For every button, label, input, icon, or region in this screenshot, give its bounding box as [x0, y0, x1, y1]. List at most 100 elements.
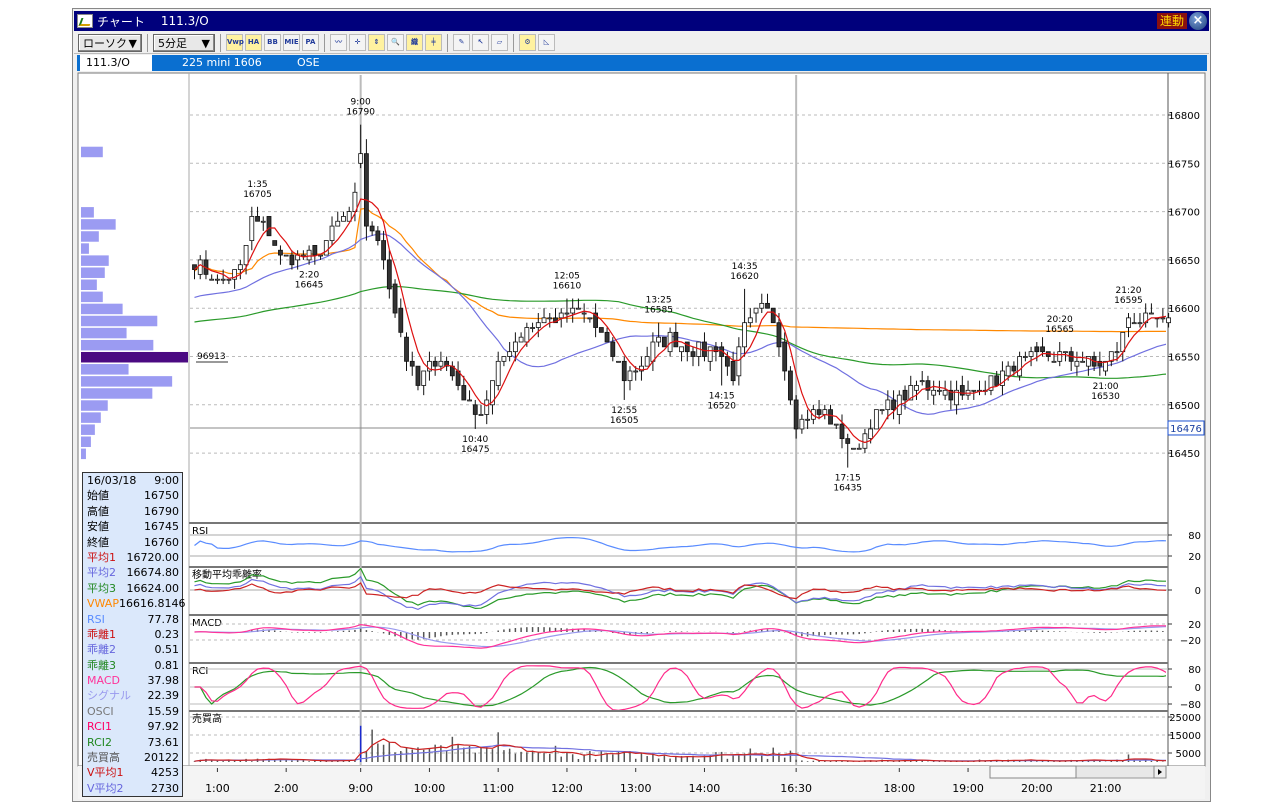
candle-down [610, 341, 616, 357]
data-row: 乖離2 0.51 [83, 642, 182, 657]
annotation-price: 16530 [1091, 392, 1120, 402]
volume-profile-bar [81, 424, 95, 435]
data-label: 安値 [87, 520, 109, 534]
panel-tick-label: 25000 [1169, 713, 1201, 724]
annotation-time: 10:40 [462, 435, 488, 445]
price-tick-label: 16550 [1168, 353, 1200, 364]
annotation-time: 14:15 [709, 391, 735, 401]
candle-up [547, 317, 553, 320]
candle-up [306, 249, 312, 261]
candle-up [914, 385, 919, 391]
data-label: 始値 [87, 489, 109, 503]
candle-down [312, 245, 318, 256]
candle-up [1114, 351, 1120, 354]
candle-up [822, 409, 828, 415]
candle-up [1028, 351, 1034, 357]
candle-up [495, 360, 501, 386]
candle-down [776, 322, 782, 348]
candle-up [753, 307, 759, 314]
data-row: 平均1 16720.00 [83, 550, 182, 565]
candle-up [633, 370, 639, 373]
candle-down [278, 249, 283, 256]
candle-up [570, 307, 576, 314]
data-row: VWAP 16616.8146 [83, 596, 185, 611]
candle-up [1074, 360, 1080, 367]
candle-down [621, 360, 627, 382]
time-tick-label: 14:00 [689, 782, 721, 795]
data-label: 平均1 [87, 550, 116, 564]
candle-down [415, 365, 421, 386]
candle-up [879, 409, 885, 412]
annotation-price: 16565 [1045, 325, 1074, 335]
current-price-label: 16476 [1170, 424, 1202, 435]
profile-volume-label: 96913 [197, 352, 226, 362]
candle-up [656, 336, 662, 343]
data-label: 平均3 [87, 581, 116, 595]
data-label: V平均1 [87, 766, 124, 780]
candle-down [902, 389, 908, 401]
candle-down [684, 341, 690, 353]
candle-up [644, 356, 650, 367]
annotation-price: 16475 [461, 445, 490, 455]
candle-up [1051, 360, 1057, 363]
candle-down [289, 254, 295, 266]
candle-up [467, 399, 472, 402]
candle-down [392, 283, 398, 314]
data-rows: 始値 16750 高値 16790 安値 16745 終値 16760 平均1 16720.00 平… [83, 488, 185, 796]
candle-up [243, 245, 249, 266]
time-tick-label: 10:00 [414, 782, 446, 795]
candle-up [558, 312, 564, 319]
candle-up [931, 389, 937, 396]
volume-profile-bar [81, 315, 158, 327]
candle-up [524, 327, 530, 343]
candle-up [237, 264, 243, 270]
candle-down [702, 341, 707, 357]
candle-up [759, 302, 765, 309]
data-row: 乖離1 0.23 [83, 627, 182, 642]
candle-down [461, 385, 467, 401]
candle-up [1057, 351, 1063, 362]
data-label: 乖離1 [87, 627, 116, 641]
time-tick-label: 21:00 [1090, 782, 1122, 795]
annotation-price: 16790 [346, 108, 375, 118]
annotation-price: 16645 [295, 281, 324, 291]
data-row: RSI 77.78 [83, 612, 182, 627]
panel-tick-label: 5000 [1176, 749, 1201, 760]
volume-profile-bar [81, 303, 123, 315]
data-label: シグナル [87, 689, 131, 703]
data-label: VWAP [87, 597, 119, 611]
price-chart[interactable]: 16800 16750 16700 16650 16600 16550 16500 16450… [0, 0, 1280, 811]
data-row: MACD 37.98 [83, 673, 182, 688]
data-value: 15.59 [147, 704, 180, 718]
candle-down [1040, 346, 1045, 353]
candle-down [404, 336, 409, 362]
candle-up [587, 317, 593, 320]
volume-profile-bar [81, 207, 94, 218]
panel-label-rci: RCI [192, 666, 208, 677]
time-tick-label: 12:00 [551, 782, 583, 795]
data-value: 22.39 [147, 689, 180, 703]
candle-down [673, 331, 679, 348]
data-label: 売買高 [87, 751, 120, 765]
candle-up [650, 341, 656, 362]
data-label: OSCI [87, 704, 114, 718]
candle-down [816, 409, 822, 415]
candle-down [845, 438, 851, 444]
candle-down [432, 360, 438, 367]
data-value: 97.92 [147, 720, 180, 734]
candle-up [318, 254, 323, 257]
data-row: V平均2 2730 [83, 781, 182, 796]
candle-down [828, 409, 833, 425]
data-label: 終値 [87, 535, 109, 549]
candle-up [679, 346, 684, 353]
price-tick-label: 16600 [1168, 304, 1200, 315]
volume-profile-bar [81, 231, 99, 242]
candle-up [919, 380, 925, 383]
panel-label-vol: 売買高 [192, 712, 222, 725]
panel-tick-label: 0 [1195, 683, 1201, 694]
candle-down [690, 351, 696, 357]
time-tick-label: 16:30 [780, 782, 812, 795]
scrollbar-thumb[interactable] [989, 765, 1077, 779]
candle-down [272, 240, 278, 246]
time-tick-label: 11:00 [482, 782, 514, 795]
